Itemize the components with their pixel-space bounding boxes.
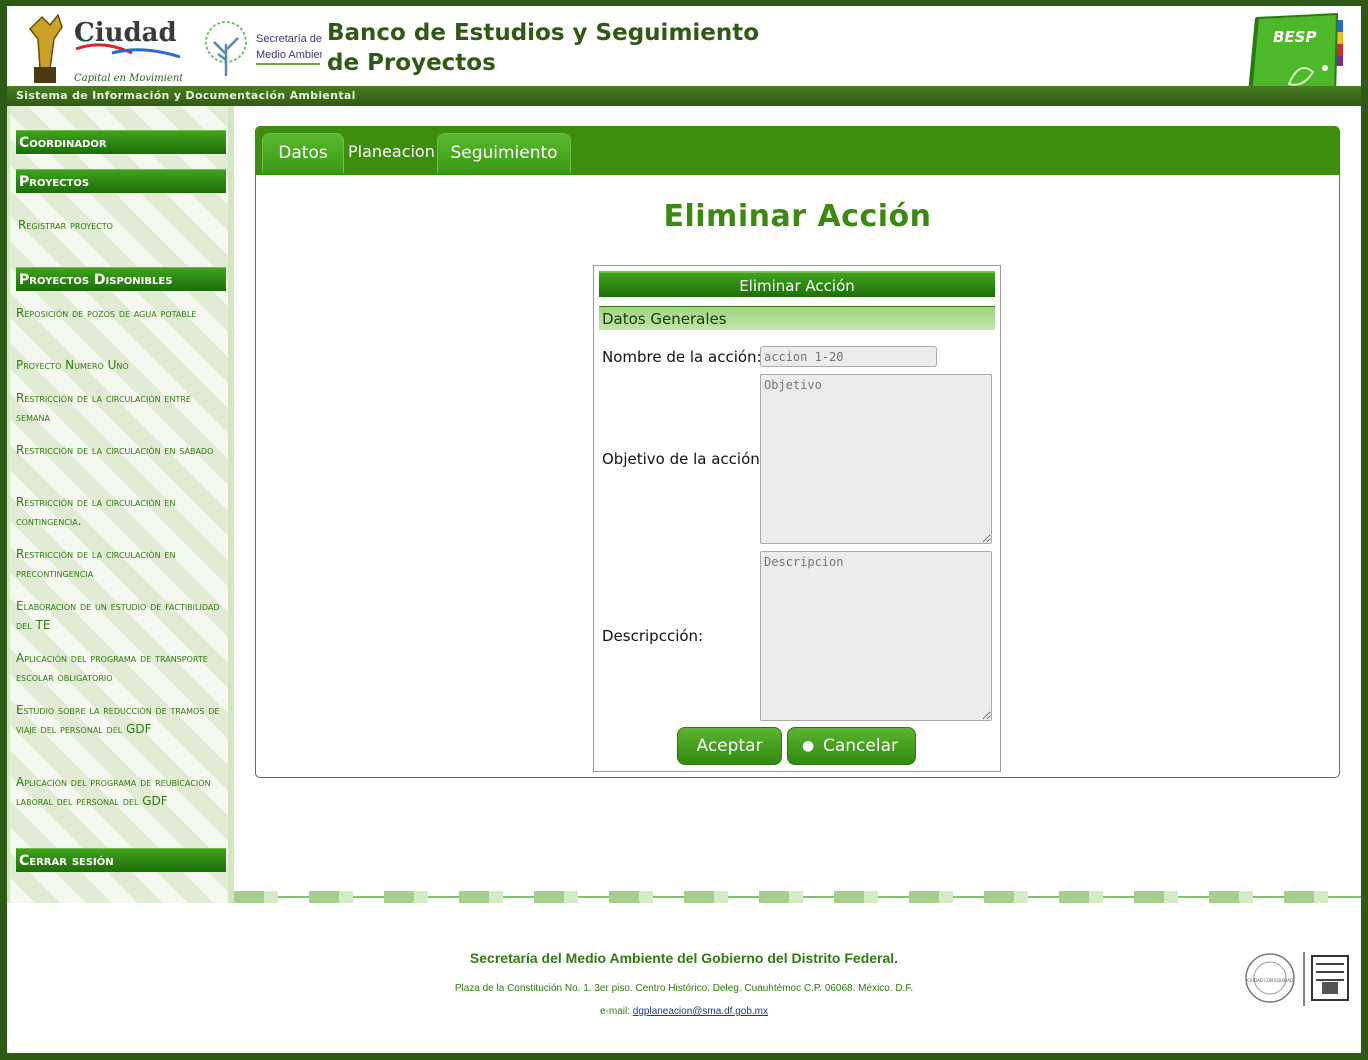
sidebar-section-coordinador[interactable]: Coordinador: [16, 130, 226, 154]
svg-text:Medio Ambiente: Medio Ambiente: [256, 49, 322, 61]
divider-segment: [309, 891, 353, 903]
action-description-textarea[interactable]: [760, 551, 992, 721]
footer-email-link[interactable]: dgplaneacion@sma.df.gob.mx: [633, 1006, 768, 1017]
action-name-label: Nombre de la acción:: [602, 348, 762, 366]
form-header: Eliminar Acción: [599, 271, 995, 297]
footer-address: Plaza de la Constitución No. 1. 3er piso…: [454, 983, 914, 994]
footer-title: Secretaría del Medio Ambiente del Gobier…: [469, 950, 899, 966]
project-link[interactable]: Elaboracion de un estudio de factibilida…: [16, 597, 224, 635]
project-link[interactable]: Restricción de la circulación en conting…: [16, 493, 224, 531]
svg-text:Secretaría del: Secretaría del: [256, 33, 322, 45]
footer-email: e-mail: dgplaneacion@sma.df.gob.mx: [7, 1006, 1361, 1017]
action-name-input[interactable]: [760, 346, 937, 367]
sidebar: Coordinador Proyectos Registrar proyecto…: [7, 106, 234, 903]
action-objective-label: Objetivo de la acción:: [602, 450, 765, 468]
divider-segment: [459, 891, 503, 903]
footer-email-label: e-mail:: [599, 1006, 630, 1017]
main-panel: Datos Planeacion Seguimiento Eliminar Ac…: [255, 126, 1340, 778]
svg-text:Capital en Movimiento: Capital en Movimiento: [74, 73, 182, 84]
header: Ciudad de México Capital en Movimiento S…: [7, 6, 1361, 106]
project-link[interactable]: Aplicación del programa de transporte es…: [16, 649, 224, 687]
action-description-label: Descripcción:: [602, 627, 704, 645]
divider-segment: [1209, 891, 1253, 903]
ciudad-con-equidad-seal: CIUDAD CON EQUIDAD: [1245, 953, 1295, 1003]
project-link[interactable]: Proyecto Numero Uno: [16, 356, 224, 375]
register-project-link[interactable]: Registrar proyecto: [16, 216, 224, 235]
divider-segment: [759, 891, 803, 903]
divider-segment: [1284, 891, 1328, 903]
sma-logo: Secretaría del Medio Ambiente: [205, 21, 322, 76]
divider-segment: [834, 891, 878, 903]
system-subtitle: Sistema de Información y Documentación A…: [7, 86, 1361, 106]
svg-text:CIUDAD CON EQUIDAD: CIUDAD CON EQUIDAD: [1247, 978, 1293, 983]
project-link[interactable]: Restricción de la circulación entre sema…: [16, 389, 224, 427]
divider-segment: [234, 891, 278, 903]
project-link[interactable]: Estudio sobre la reducción de tramos de …: [16, 701, 224, 739]
divider-segment: [1134, 891, 1178, 903]
accept-button[interactable]: Aceptar: [677, 727, 782, 765]
tab-bar: Datos Planeacion Seguimiento: [256, 127, 1339, 175]
project-link[interactable]: Reposición de pozos de agua potable: [16, 304, 224, 323]
project-link[interactable]: Restricción de la circulación en sábado: [16, 441, 224, 460]
divider-segment: [609, 891, 653, 903]
project-link[interactable]: Restricción de la circulación en precont…: [16, 545, 224, 583]
cdmx-logo: Ciudad de México Capital en Movimiento: [28, 13, 182, 84]
divider-segment: [909, 891, 953, 903]
cancel-button[interactable]: ● Cancelar: [787, 727, 916, 765]
logout-link[interactable]: Cerrar sesión: [16, 848, 226, 872]
divider-segment: [684, 891, 728, 903]
tab-planeacion[interactable]: Planeacion: [348, 133, 435, 173]
divider-segment: [984, 891, 1028, 903]
svg-text:BESP: BESP: [1273, 28, 1316, 46]
page-title: Eliminar Acción: [663, 199, 932, 234]
delete-action-form: Eliminar Acción Datos Generales Nombre d…: [593, 265, 1001, 772]
cancel-button-label: Cancelar: [823, 736, 898, 756]
decorative-divider: [234, 889, 1361, 905]
svg-text:Ciudad de México: Ciudad de México: [74, 18, 182, 48]
section-header: Datos Generales: [599, 306, 995, 330]
bullet-icon: ●: [802, 738, 815, 754]
app-title: Banco de Estudios y Seguimiento de Proye…: [327, 20, 760, 76]
page-frame: Ciudad de México Capital en Movimiento S…: [7, 6, 1361, 1053]
action-objective-textarea[interactable]: [760, 374, 992, 544]
divider-segment: [384, 891, 428, 903]
sidebar-section-proyectos[interactable]: Proyectos: [16, 169, 226, 193]
divider-segment: [1059, 891, 1103, 903]
project-link[interactable]: Aplicación del programa de reubicación l…: [16, 773, 224, 811]
sidebar-section-disponibles: Proyectos Disponibles: [16, 267, 226, 291]
tab-datos[interactable]: Datos: [262, 133, 344, 173]
divider-segment: [534, 891, 578, 903]
tab-seguimiento[interactable]: Seguimiento: [437, 133, 571, 173]
df-coat-of-arms-icon: [1303, 952, 1349, 1006]
